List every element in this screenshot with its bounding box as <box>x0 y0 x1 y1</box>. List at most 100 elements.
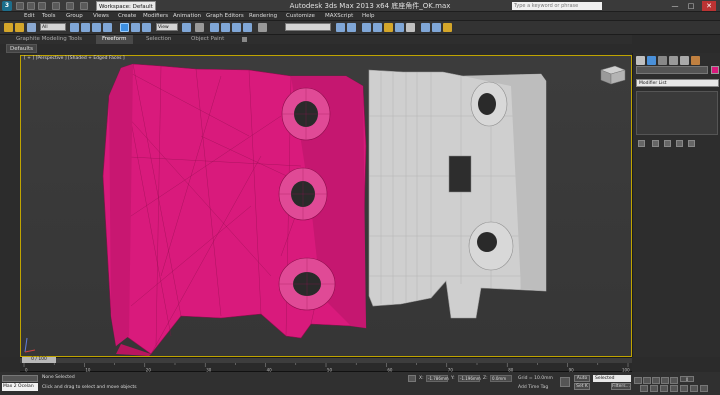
x-coordinate-field[interactable]: -1.786mm <box>426 375 449 382</box>
key-icon[interactable] <box>560 377 570 387</box>
named-selection-dropdown[interactable] <box>285 23 331 31</box>
remove-modifier-icon[interactable] <box>676 140 683 147</box>
go-to-start-icon[interactable] <box>634 377 642 384</box>
tab-freeform[interactable]: Freeform <box>96 35 133 44</box>
menu-modifiers[interactable]: Modifiers <box>143 12 168 21</box>
rectangular-selection-icon[interactable] <box>92 23 101 32</box>
maxscript-listener-input[interactable]: Max 2 Ocelan <box>2 383 38 391</box>
menu-group[interactable]: Group <box>66 12 83 21</box>
schematic-view-icon[interactable] <box>395 23 404 32</box>
go-to-end-icon[interactable] <box>670 377 678 384</box>
tab-graphite-modeling-tools[interactable]: Graphite Modeling Tools <box>16 35 82 44</box>
menu-customize[interactable]: Customize <box>286 12 315 21</box>
unlink-icon[interactable] <box>15 23 24 32</box>
window-crossing-icon[interactable] <box>103 23 112 32</box>
open-file-icon[interactable] <box>27 2 35 10</box>
search-input[interactable]: Type a keyword or phrase <box>512 2 602 10</box>
display-tab-icon[interactable] <box>680 56 689 65</box>
curve-editor-icon[interactable] <box>384 23 393 32</box>
maximize-icon[interactable]: □ <box>684 1 698 11</box>
menu-maxscript[interactable]: MAXScript <box>325 12 353 21</box>
menu-animation[interactable]: Animation <box>173 12 201 21</box>
create-tab-icon[interactable] <box>636 56 645 65</box>
bind-space-warp-icon[interactable] <box>27 23 36 32</box>
menu-graph-editors[interactable]: Graph Editors <box>206 12 244 21</box>
close-icon[interactable]: ✕ <box>702 1 716 11</box>
lock-selection-icon[interactable] <box>408 375 416 382</box>
object-color-swatch[interactable] <box>711 66 719 74</box>
select-by-name-icon[interactable] <box>81 23 90 32</box>
grey-part[interactable] <box>368 69 547 319</box>
modifier-stack[interactable] <box>636 91 718 135</box>
utilities-tab-icon[interactable] <box>691 56 700 65</box>
key-filters-button[interactable]: Filters... <box>611 383 631 390</box>
spinner-snap-icon[interactable] <box>243 23 252 32</box>
play-icon[interactable] <box>652 377 660 384</box>
angle-snap-icon[interactable] <box>221 23 230 32</box>
material-editor-icon[interactable] <box>406 23 415 32</box>
select-object-icon[interactable] <box>70 23 79 32</box>
zoom-icon[interactable] <box>640 385 648 392</box>
pin-stack-icon[interactable] <box>638 140 645 147</box>
show-end-result-icon[interactable] <box>652 140 659 147</box>
tab-selection[interactable]: Selection <box>146 35 171 44</box>
next-frame-icon[interactable] <box>661 377 669 384</box>
graphite-toggle-icon[interactable] <box>373 23 382 32</box>
new-file-icon[interactable] <box>16 2 24 10</box>
viewcube-icon[interactable] <box>600 65 626 85</box>
motion-tab-icon[interactable] <box>669 56 678 65</box>
menu-create[interactable]: Create <box>118 12 136 21</box>
render-setup-icon[interactable] <box>421 23 430 32</box>
y-coordinate-field[interactable]: -1.196mm <box>458 375 481 382</box>
undo-icon[interactable] <box>52 2 60 10</box>
make-unique-icon[interactable] <box>664 140 671 147</box>
auto-key-button[interactable]: Auto <box>574 375 590 382</box>
current-frame-field[interactable]: 0 <box>680 376 694 382</box>
pan-icon[interactable] <box>680 385 688 392</box>
zoom-all-icon[interactable] <box>650 385 658 392</box>
key-filter-dropdown[interactable]: Selected <box>593 375 631 382</box>
select-and-move-icon[interactable] <box>120 23 129 32</box>
menu-views[interactable]: Views <box>93 12 109 21</box>
selection-filter-dropdown[interactable]: All <box>40 23 66 31</box>
align-icon[interactable] <box>347 23 356 32</box>
app-menu-button[interactable]: 3 <box>2 1 12 11</box>
manipulate-icon[interactable] <box>195 23 204 32</box>
select-and-scale-icon[interactable] <box>142 23 151 32</box>
zoom-extents-icon[interactable] <box>660 385 668 392</box>
previous-frame-icon[interactable] <box>643 377 651 384</box>
hold-icon[interactable] <box>80 2 88 10</box>
reference-coordinate-dropdown[interactable]: View <box>156 23 178 31</box>
menu-edit[interactable]: Edit <box>24 12 35 21</box>
z-coordinate-field[interactable]: 0.0mm <box>490 375 512 382</box>
configure-modifier-sets-icon[interactable] <box>688 140 695 147</box>
modify-tab-icon[interactable] <box>647 56 656 65</box>
pivot-center-icon[interactable] <box>182 23 191 32</box>
mirror-icon[interactable] <box>336 23 345 32</box>
ribbon-options-icon[interactable] <box>242 37 247 42</box>
link-icon[interactable] <box>4 23 13 32</box>
workspace-dropdown[interactable]: Workspace: Default <box>96 1 156 11</box>
orbit-icon[interactable] <box>690 385 698 392</box>
modifier-list-dropdown[interactable]: Modifier List <box>636 79 719 87</box>
menu-rendering[interactable]: Rendering <box>249 12 277 21</box>
redo-icon[interactable] <box>66 2 74 10</box>
viewport-label[interactable]: [ + ] [Perspective ] [Shaded + Edged Fac… <box>24 56 125 61</box>
menu-tools[interactable]: Tools <box>42 12 56 21</box>
save-icon[interactable] <box>38 2 46 10</box>
hierarchy-tab-icon[interactable] <box>658 56 667 65</box>
add-time-tag[interactable]: Add Time Tag <box>518 385 548 390</box>
layer-manager-icon[interactable] <box>362 23 371 32</box>
select-and-rotate-icon[interactable] <box>131 23 140 32</box>
tab-object-paint[interactable]: Object Paint <box>191 35 224 44</box>
maximize-viewport-icon[interactable] <box>700 385 708 392</box>
snaps-toggle-icon[interactable] <box>210 23 219 32</box>
set-key-button[interactable]: Set K <box>574 383 590 390</box>
field-of-view-icon[interactable] <box>670 385 678 392</box>
pink-part[interactable] <box>102 63 367 356</box>
render-production-icon[interactable] <box>443 23 452 32</box>
ribbon-panel-defaults[interactable]: Defaults <box>6 44 37 53</box>
percent-snap-icon[interactable] <box>232 23 241 32</box>
rendered-frame-window-icon[interactable] <box>432 23 441 32</box>
menu-help[interactable]: Help <box>362 12 375 21</box>
